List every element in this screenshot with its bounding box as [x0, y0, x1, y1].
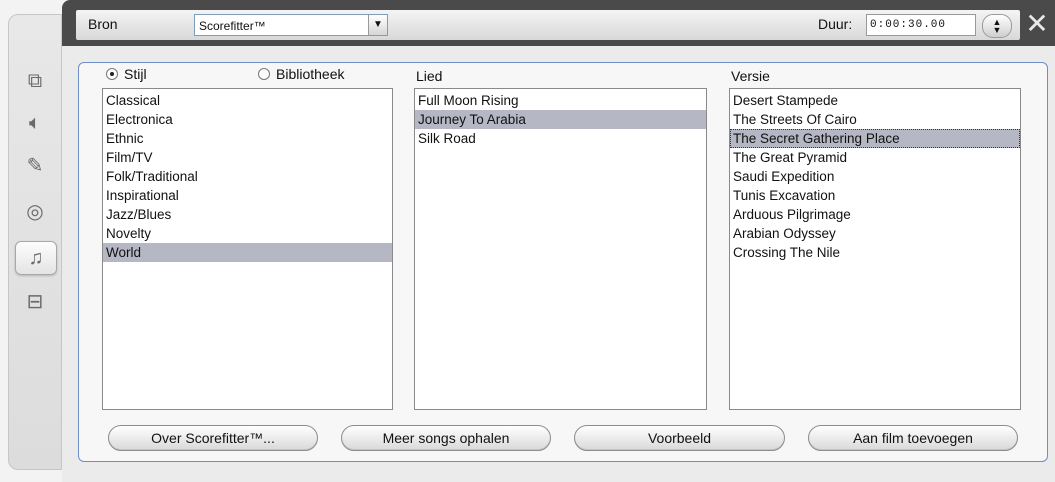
radio-bibliotheek-label: Bibliotheek [276, 66, 345, 82]
radio-stijl-indicator[interactable] [106, 68, 118, 80]
speaker-icon[interactable]: 🔈︎ [15, 107, 55, 139]
list-item[interactable]: Saudi Expedition [730, 167, 1020, 186]
list-item[interactable]: Inspirational [103, 186, 392, 205]
list-item[interactable]: Jazz/Blues [103, 205, 392, 224]
versie-list[interactable]: Desert Stampede The Streets Of Cairo The S… [729, 88, 1021, 410]
versie-label: Versie [731, 68, 770, 84]
list-item[interactable]: Electronica [103, 110, 392, 129]
list-item[interactable]: Arduous Pilgrimage [730, 205, 1020, 224]
list-item[interactable]: The Great Pyramid [730, 148, 1020, 167]
close-icon[interactable]: ✕ [1022, 6, 1052, 40]
list-item[interactable]: Crossing The Nile [730, 243, 1020, 262]
list-item[interactable]: Full Moon Rising [415, 91, 706, 110]
microphone-icon[interactable]: ✎ [15, 149, 55, 181]
list-item[interactable]: Classical [103, 91, 392, 110]
list-item[interactable]: Desert Stampede [730, 91, 1020, 110]
radio-bibliotheek-indicator[interactable] [258, 68, 270, 80]
list-item[interactable]: World [103, 243, 392, 262]
video-edit-icon[interactable]: ⧉ [15, 65, 55, 97]
list-item[interactable]: Silk Road [415, 129, 706, 148]
radio-stijl-label: Stijl [124, 66, 147, 82]
radio-bibliotheek[interactable]: Bibliotheek [258, 66, 345, 82]
bron-select[interactable]: Scorefitter™ ▼ [194, 14, 388, 36]
radio-stijl[interactable]: Stijl [106, 66, 147, 82]
voorbeeld-button[interactable]: Voorbeeld [574, 425, 785, 451]
list-item[interactable]: Journey To Arabia [415, 110, 706, 129]
duur-input[interactable]: 0:00:30.00 [866, 14, 976, 36]
list-item[interactable]: Ethnic [103, 129, 392, 148]
bron-label: Bron [88, 16, 118, 32]
disc-icon[interactable]: ◎ [15, 195, 55, 227]
list-item[interactable]: Tunis Excavation [730, 186, 1020, 205]
lied-list[interactable]: Full Moon Rising Journey To Arabia Silk Ro… [414, 88, 707, 410]
left-toolbar: ⧉ 🔈︎ ✎ ◎ ♫ ⊟ [8, 14, 62, 470]
aan-film-toevoegen-button[interactable]: Aan film toevoegen [808, 425, 1018, 451]
music-note-icon[interactable]: ♫ [15, 241, 57, 275]
chevron-down-icon[interactable]: ▼ [368, 15, 387, 35]
list-item[interactable]: The Secret Gathering Place [730, 129, 1020, 148]
plug-icon[interactable]: ⊟ [15, 285, 55, 317]
duur-label: Duur: [818, 16, 853, 32]
chevron-down-icon[interactable]: ▼ [993, 26, 1002, 35]
bron-select-value: Scorefitter™ [199, 19, 266, 33]
meer-songs-button[interactable]: Meer songs ophalen [341, 425, 551, 451]
list-item[interactable]: The Streets Of Cairo [730, 110, 1020, 129]
over-scorefitter-button[interactable]: Over Scorefitter™... [108, 425, 318, 451]
duur-stepper[interactable]: ▲ ▼ [982, 14, 1012, 38]
stijl-list[interactable]: Classical Electronica Ethnic Film/TV Folk/Tr… [102, 88, 393, 410]
list-item[interactable]: Arabian Odyssey [730, 224, 1020, 243]
list-item[interactable]: Film/TV [103, 148, 392, 167]
list-item[interactable]: Folk/Traditional [103, 167, 392, 186]
list-item[interactable]: Novelty [103, 224, 392, 243]
lied-label: Lied [416, 68, 443, 84]
